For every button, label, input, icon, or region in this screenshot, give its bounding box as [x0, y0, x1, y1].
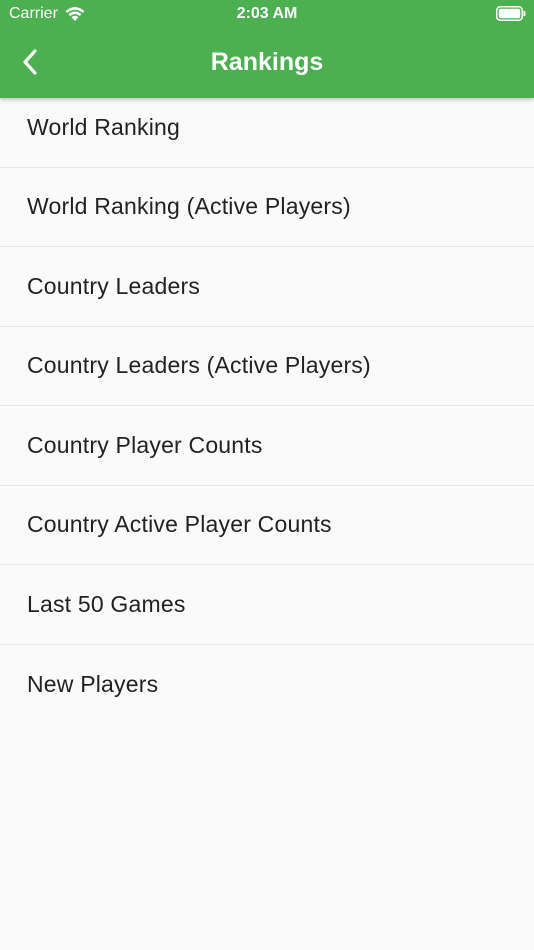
- list-item-label: Last 50 Games: [27, 590, 186, 617]
- list-item-world-ranking[interactable]: World Ranking: [0, 88, 534, 168]
- list-item-label: Country Leaders: [27, 272, 201, 299]
- rankings-list: World Ranking World Ranking (Active Play…: [0, 88, 534, 724]
- list-item-label: Country Leaders (Active Players): [27, 352, 371, 379]
- page-title: Rankings: [210, 48, 324, 76]
- list-item-country-leaders[interactable]: Country Leaders: [0, 247, 534, 327]
- list-item-label: Country Player Counts: [27, 431, 263, 458]
- list-item-country-player-counts[interactable]: Country Player Counts: [0, 406, 534, 486]
- battery-icon: [496, 6, 526, 21]
- list-item-label: World Ranking: [27, 113, 181, 140]
- status-time: 2:03 AM: [236, 5, 298, 22]
- list-item-label: New Players: [27, 670, 159, 697]
- status-bar: Carrier 2:03 AM: [0, 0, 534, 28]
- list-item-world-ranking-active[interactable]: World Ranking (Active Players): [0, 168, 534, 247]
- rankings-screen: Carrier 2:03 AM Rankings World Ranking W…: [0, 0, 534, 950]
- app-header: Carrier 2:03 AM Rankings: [0, 0, 534, 98]
- list-item-country-leaders-active[interactable]: Country Leaders (Active Players): [0, 327, 534, 406]
- list-item-country-active-player-counts[interactable]: Country Active Player Counts: [0, 486, 534, 565]
- list-item-label: Country Active Player Counts: [27, 511, 332, 538]
- navigation-bar: Rankings: [0, 28, 534, 98]
- list-item-label: World Ranking (Active Players): [27, 193, 351, 220]
- list-item-last-50-games[interactable]: Last 50 Games: [0, 565, 534, 645]
- list-item-new-players[interactable]: New Players: [0, 645, 534, 725]
